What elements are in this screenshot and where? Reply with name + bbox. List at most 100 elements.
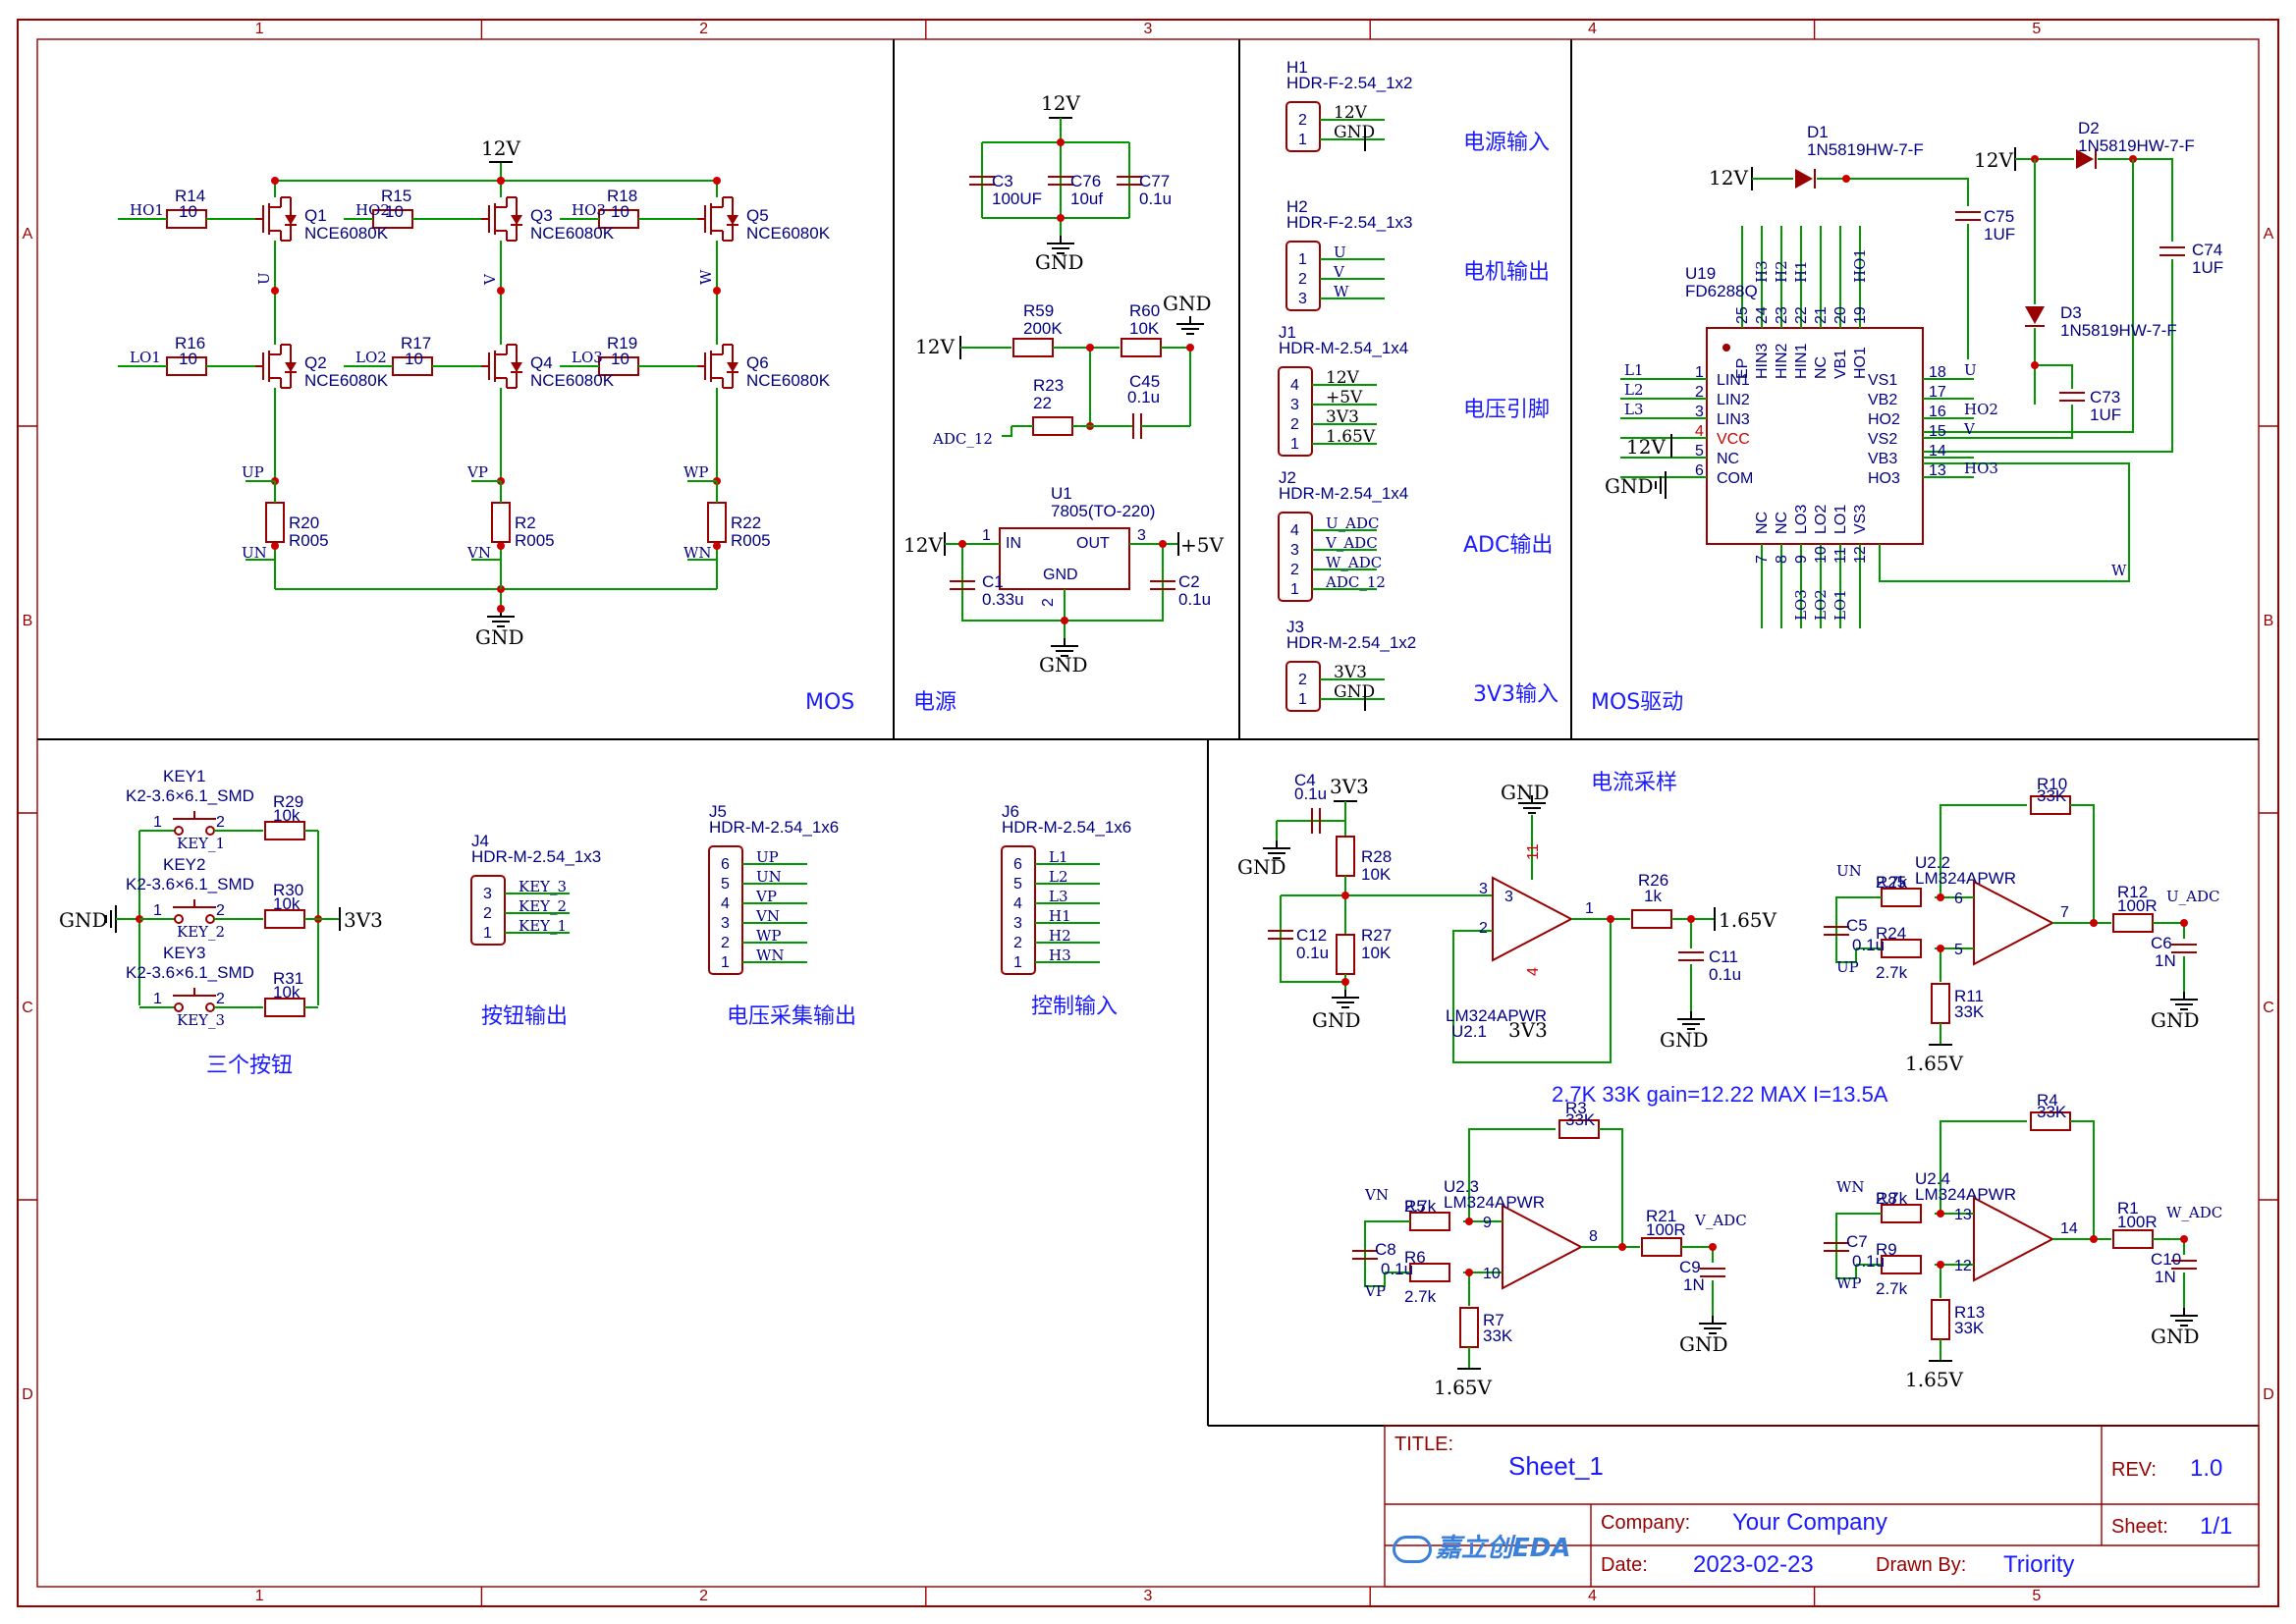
diff-amp-u2.3 (1352, 1119, 1726, 1370)
val-j2: HDR-M-2.54_1x4 (1279, 484, 1408, 503)
pin-number: 1 (1298, 132, 1307, 148)
net-label: WP (756, 927, 782, 945)
val-rb: 2.7k (1876, 963, 1908, 982)
val-r29: 10k (273, 806, 301, 825)
mosfet-q6 (697, 344, 738, 389)
net-label: L1 (1624, 361, 1644, 379)
val-r59: 200K (1023, 319, 1063, 338)
pin-name: COM (1717, 470, 1753, 487)
pin-name: HIN2 (1774, 343, 1790, 379)
pin-name: HO1 (1852, 347, 1869, 379)
block-label-three-buttons: 三个按钮 (206, 1054, 293, 1078)
pin-number: 5 (721, 876, 730, 893)
net-label: V_ADC (1325, 534, 1378, 552)
val-rb: 2.7k (1404, 1287, 1437, 1306)
ref-cin: C5 (1846, 916, 1868, 935)
junction-dot (1086, 344, 1094, 352)
net-label: UN (756, 868, 782, 886)
junction-dot (1057, 214, 1065, 222)
val-j1: HDR-M-2.54_1x4 (1279, 339, 1408, 357)
diff-amp-u2.2 (1824, 795, 2198, 1046)
val-r60: 10K (1129, 319, 1160, 338)
pin-number: 3 (1695, 404, 1704, 420)
junction-dot (1709, 1243, 1717, 1251)
val-c3: 100UF (992, 189, 1042, 208)
sheet-label: Sheet: (2111, 1516, 2168, 1538)
val-c11: 0.1u (1709, 965, 1741, 984)
val-co: 1N (2155, 1268, 2176, 1286)
net-gnd-amp: GND (1679, 1332, 1728, 1356)
pin-3: 3 (1137, 527, 1146, 544)
pin-minus-num: 13 (1954, 1207, 1972, 1223)
junction-dot (271, 287, 279, 295)
junction-dot (1159, 540, 1167, 548)
ref-r22: R22 (731, 514, 761, 532)
pin-plus-num: 5 (1954, 942, 1963, 958)
cloud-icon (1393, 1535, 1432, 1563)
net-label: 1.65V (1326, 427, 1376, 447)
pin-number: 15 (1929, 423, 1946, 440)
val-opamp: LM324APWR (1915, 869, 2016, 888)
net-12v-psu: 12V (1041, 91, 1080, 115)
net-adc-out: W_ADC (2166, 1204, 2222, 1221)
block-label-power: 电源 (913, 690, 957, 715)
junction-dot (1937, 1261, 1944, 1269)
grid-col-bottom: 1 (255, 1588, 264, 1604)
net-label: 12V (1334, 103, 1368, 123)
pin-name: EP (1734, 358, 1751, 379)
net-ho3: HO3 (572, 201, 606, 219)
resistor-body (1336, 836, 1355, 877)
net-label: L1 (1049, 848, 1068, 866)
pin-number: 17 (1929, 384, 1946, 401)
net-gnd-amp: GND (2151, 1325, 2200, 1348)
rev-label: REV: (2111, 1459, 2157, 1481)
junction-dot (2090, 919, 2098, 927)
pin-2: 2 (216, 991, 225, 1007)
net-3v3-cs: 3V3 (1330, 775, 1369, 798)
net-gnd-opa: GND (1501, 781, 1550, 804)
net-label: HO3 (1964, 460, 1998, 477)
block-label-power-in: 电源输入 (1463, 131, 1550, 155)
val-j4: HDR-M-2.54_1x3 (471, 847, 601, 866)
net-label: UP (756, 848, 779, 866)
ref-cin: C8 (1375, 1240, 1396, 1259)
junction-dot (497, 177, 505, 185)
net-gnd-div: GND (1163, 292, 1212, 315)
schematic-sheet: 1122334455A AB BC CD DMOS 电源 MOS驱动电流采样三个按钮按钮输出… (17, 19, 2279, 1607)
val-r30: 10k (273, 894, 301, 913)
val-q1: NCE6080K (304, 224, 389, 243)
company-label: Company: (1601, 1512, 1691, 1534)
pin-out-num: 7 (2060, 904, 2069, 921)
pin-plus: 3 (1504, 889, 1513, 905)
val-d3: 1N5819HW-7-F (2060, 321, 2177, 340)
buttons (105, 811, 1100, 1017)
val-r22: R005 (731, 531, 771, 550)
drawn-value: Triority (2003, 1551, 2075, 1578)
grid-col-bottom: 4 (1588, 1588, 1597, 1604)
net-gnd-reg: GND (1039, 653, 1088, 677)
pin-number: 2 (483, 905, 492, 922)
val-rg: 33K (1954, 1002, 1985, 1021)
net-label: H2 (1773, 260, 1790, 283)
val-c76: 10uf (1070, 189, 1103, 208)
ref-c76: C76 (1070, 172, 1101, 190)
pin-number: 2 (1290, 416, 1299, 433)
val-cin: 0.1u (1381, 1260, 1413, 1278)
val-ro: 100R (1646, 1220, 1686, 1239)
pin-name: HIN1 (1793, 343, 1810, 379)
pin-number: 4 (1290, 522, 1299, 539)
val-rf: 33K (1565, 1110, 1596, 1129)
pin-out-num: 8 (1589, 1228, 1598, 1245)
net-in-pos: WP (1836, 1274, 1862, 1292)
ref-c2: C2 (1178, 572, 1200, 591)
mosfet-q2 (255, 344, 297, 389)
val-r31: 10k (273, 983, 301, 1001)
pin-number: 3 (1290, 397, 1299, 413)
pin-number: 3 (483, 886, 492, 902)
resistor-body (2112, 1229, 2154, 1249)
wire (2035, 364, 2073, 389)
junction-dot (1618, 1243, 1626, 1251)
net-label: KEY_3 (177, 1011, 225, 1029)
grid-row-left: D (22, 1386, 33, 1403)
net-label: V (1333, 263, 1345, 281)
